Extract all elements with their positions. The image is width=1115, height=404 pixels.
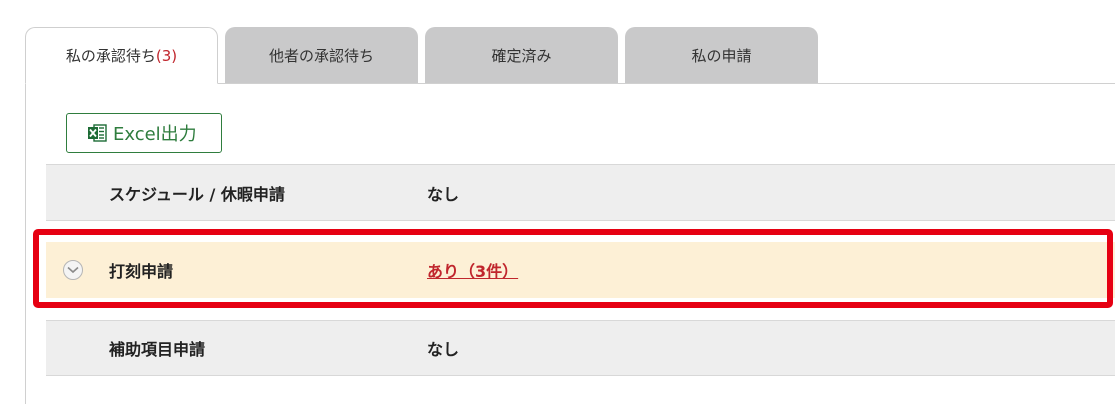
row-label: 補助項目申請 [109, 340, 206, 359]
tab-label: 私の承認待ち [65, 47, 156, 65]
tab-my-pending-approvals[interactable]: 私の承認待ち (3) [25, 27, 218, 84]
chevron-down-icon[interactable] [63, 260, 83, 280]
row-value: なし [427, 184, 460, 204]
tab-others-pending-approvals[interactable]: 他者の承認待ち [225, 27, 418, 83]
tab-label: 他者の承認待ち [268, 46, 374, 65]
tab-label: 私の申請 [691, 46, 752, 65]
request-row-schedule-leave: スケジュール / 休暇申請 なし [46, 164, 1115, 221]
request-row-clock-in[interactable]: 打刻申請 あり（3件） [46, 242, 1115, 298]
tab-my-applications[interactable]: 私の申請 [625, 27, 818, 83]
excel-icon [87, 123, 107, 143]
row-value: なし [427, 340, 460, 359]
request-row-auxiliary-items: 補助項目申請 なし [46, 320, 1115, 376]
row-value-link[interactable]: あり（3件） [427, 258, 518, 282]
row-label: スケジュール / 休暇申請 [109, 184, 285, 204]
pending-count-badge: (3) [155, 46, 178, 65]
excel-export-button[interactable]: Excel出力 [66, 113, 222, 153]
tab-confirmed[interactable]: 確定済み [425, 27, 618, 83]
excel-export-label: Excel出力 [113, 124, 197, 145]
row-label: 打刻申請 [109, 262, 174, 281]
tab-label: 確定済み [491, 46, 552, 65]
